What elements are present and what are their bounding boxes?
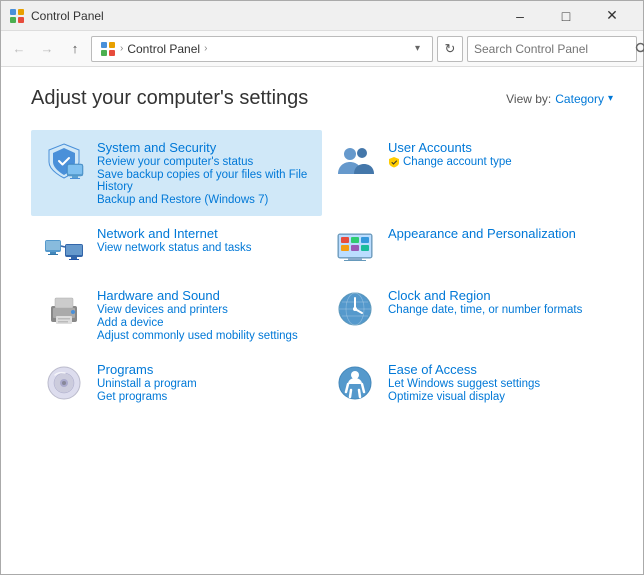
hardware-sound-link-2[interactable]: Add a device <box>97 317 310 329</box>
hardware-sound-icon <box>43 288 85 330</box>
up-button[interactable]: ↑ <box>63 37 87 61</box>
window-controls: – □ ✕ <box>497 1 635 31</box>
appearance-text: Appearance and Personalization <box>388 226 601 241</box>
view-by-value[interactable]: Category <box>555 92 604 106</box>
network-internet-icon <box>43 226 85 268</box>
clock-region-text: Clock and Region Change date, time, or n… <box>388 288 601 316</box>
path-chevron: › <box>120 43 123 54</box>
panel-item-ease-of-access[interactable]: Ease of Access Let Windows suggest setti… <box>322 352 613 414</box>
view-by-control: View by: Category ▾ <box>506 92 613 106</box>
system-security-icon <box>43 140 85 182</box>
user-accounts-name[interactable]: User Accounts <box>388 140 472 155</box>
address-path: › Control Panel › <box>100 41 411 57</box>
panel-item-user-accounts[interactable]: User Accounts Change account type <box>322 130 613 216</box>
clock-region-name[interactable]: Clock and Region <box>388 288 491 303</box>
clock-region-icon <box>334 288 376 330</box>
panel-item-clock-region[interactable]: Clock and Region Change date, time, or n… <box>322 278 613 352</box>
panel-item-network-internet[interactable]: Network and Internet View network status… <box>31 216 322 278</box>
appearance-icon <box>334 226 376 268</box>
address-bar: ← → ↑ › Control Panel › ▾ ↻ <box>1 31 643 67</box>
ease-of-access-link-2[interactable]: Optimize visual display <box>388 391 601 403</box>
system-security-link-3[interactable]: Backup and Restore (Windows 7) <box>97 194 310 206</box>
ease-of-access-icon <box>334 362 376 404</box>
panel-item-hardware-sound[interactable]: Hardware and Sound View devices and prin… <box>31 278 322 352</box>
panel-item-appearance[interactable]: Appearance and Personalization <box>322 216 613 278</box>
ease-of-access-link-1[interactable]: Let Windows suggest settings <box>388 378 601 390</box>
programs-icon <box>43 362 85 404</box>
refresh-button[interactable]: ↻ <box>437 36 463 62</box>
shield-icon <box>388 156 400 168</box>
network-internet-link-1[interactable]: View network status and tasks <box>97 242 310 254</box>
programs-name[interactable]: Programs <box>97 362 153 377</box>
search-icon <box>635 42 644 55</box>
programs-text: Programs Uninstall a program Get program… <box>97 362 310 403</box>
network-internet-name[interactable]: Network and Internet <box>97 226 218 241</box>
title-bar: Control Panel – □ ✕ <box>1 1 643 31</box>
programs-link-2[interactable]: Get programs <box>97 391 310 403</box>
main-content: Adjust your computer's settings View by:… <box>1 67 643 576</box>
forward-button[interactable]: → <box>35 37 59 61</box>
user-accounts-text: User Accounts Change account type <box>388 140 601 168</box>
search-button[interactable] <box>635 37 644 61</box>
home-icon <box>100 41 116 57</box>
address-dropdown-btn[interactable]: ▾ <box>411 43 424 54</box>
ease-of-access-text: Ease of Access Let Windows suggest setti… <box>388 362 601 403</box>
panel-grid: System and Security Review your computer… <box>31 130 613 414</box>
programs-link-1[interactable]: Uninstall a program <box>97 378 310 390</box>
user-accounts-icon <box>334 140 376 182</box>
panel-item-programs[interactable]: Programs Uninstall a program Get program… <box>31 352 322 414</box>
hardware-sound-link-1[interactable]: View devices and printers <box>97 304 310 316</box>
page-title: Adjust your computer's settings <box>31 87 308 110</box>
user-accounts-link-1-container: Change account type <box>388 156 601 168</box>
view-by-label: View by: <box>506 92 551 106</box>
window-icon <box>9 8 25 24</box>
window-title: Control Panel <box>31 9 104 23</box>
address-path-text: Control Panel <box>127 42 200 56</box>
back-button[interactable]: ← <box>7 37 31 61</box>
path-chevron2: › <box>204 43 207 54</box>
search-box <box>467 36 637 62</box>
clock-region-link-1[interactable]: Change date, time, or number formats <box>388 304 601 316</box>
panel-item-system-security[interactable]: System and Security Review your computer… <box>31 130 322 216</box>
title-bar-left: Control Panel <box>9 8 104 24</box>
hardware-sound-link-3[interactable]: Adjust commonly used mobility settings <box>97 330 310 342</box>
minimize-button[interactable]: – <box>497 1 543 31</box>
system-security-link-1[interactable]: Review your computer's status <box>97 156 310 168</box>
address-box: › Control Panel › ▾ <box>91 36 433 62</box>
close-button[interactable]: ✕ <box>589 1 635 31</box>
user-accounts-link-1[interactable]: Change account type <box>403 156 512 168</box>
hardware-sound-text: Hardware and Sound View devices and prin… <box>97 288 310 342</box>
system-security-link-2[interactable]: Save backup copies of your files with Fi… <box>97 169 310 193</box>
view-by-arrow[interactable]: ▾ <box>608 93 613 104</box>
system-security-text: System and Security Review your computer… <box>97 140 310 206</box>
system-security-name[interactable]: System and Security <box>97 140 216 155</box>
hardware-sound-name[interactable]: Hardware and Sound <box>97 288 220 303</box>
appearance-name[interactable]: Appearance and Personalization <box>388 226 576 241</box>
ease-of-access-name[interactable]: Ease of Access <box>388 362 477 377</box>
search-input[interactable] <box>468 42 635 56</box>
page-header: Adjust your computer's settings View by:… <box>31 87 613 110</box>
maximize-button[interactable]: □ <box>543 1 589 31</box>
network-internet-text: Network and Internet View network status… <box>97 226 310 254</box>
